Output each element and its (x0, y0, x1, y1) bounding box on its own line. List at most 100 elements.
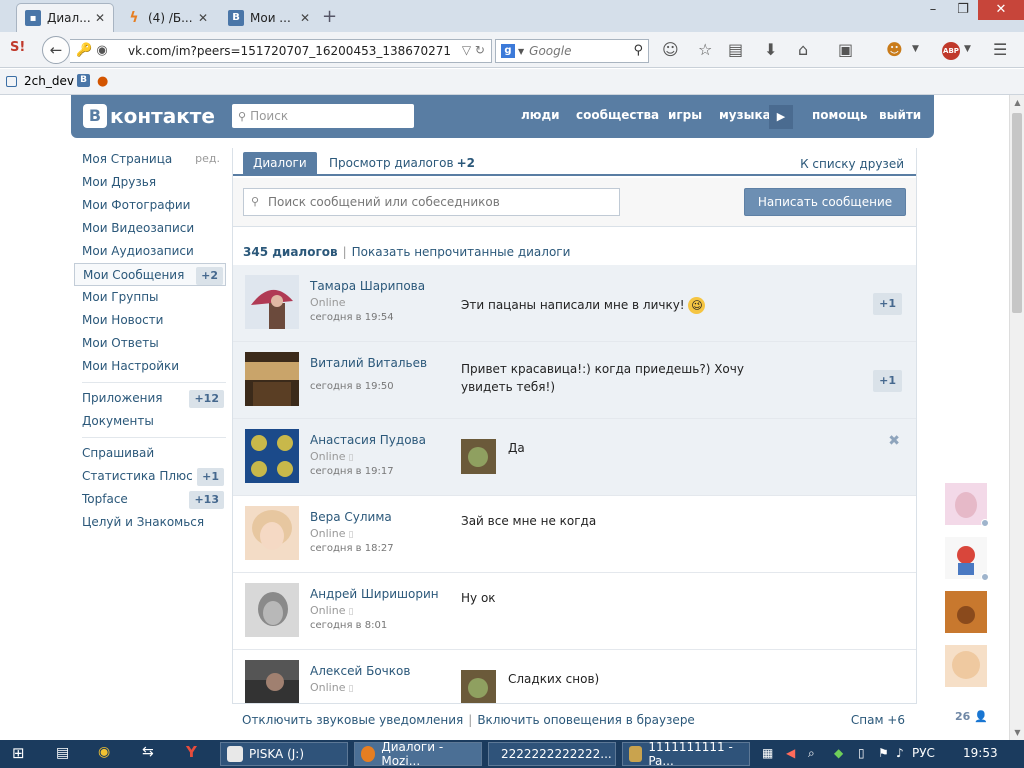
menu-ask[interactable]: Спрашивай (74, 442, 226, 465)
speaker-icon[interactable]: ♪ (896, 746, 904, 760)
home-icon[interactable]: ⌂ (798, 40, 808, 59)
readability-icon[interactable]: ☺ (662, 40, 679, 59)
show-unread-link[interactable]: Показать непрочитанные диалоги (352, 245, 571, 259)
volume-muted-icon[interactable]: ◀ (786, 746, 795, 760)
dialog-name[interactable]: Виталий Витальев (310, 356, 427, 370)
scroll-thumb[interactable] (1012, 113, 1022, 313)
nvidia-icon[interactable]: ◆ (834, 746, 843, 760)
chevron-down-icon[interactable]: ▼ (964, 44, 971, 54)
menu-my-photos[interactable]: Мои Фотографии (74, 194, 226, 217)
screenshot-icon[interactable]: ▣ (838, 40, 853, 59)
search-bar[interactable]: g ▼ ⚲ (495, 39, 649, 63)
menu-apps[interactable]: Приложения +12 (74, 387, 226, 410)
scroll-up-icon[interactable]: ▲ (1010, 98, 1024, 107)
menu-documents[interactable]: Документы (74, 410, 226, 433)
bookmark-vk[interactable]: B (77, 74, 90, 87)
dialog-row[interactable]: Анастасия Пудова Online ▯ сегодня в 19:17… (233, 419, 916, 496)
menu-kiss-meet[interactable]: Целуй и Знакомься (74, 511, 226, 534)
nav-games[interactable]: игры (668, 108, 702, 122)
url-bar[interactable]: 🔑 ◉ vk.com/im?peers=151720707_16200453_1… (70, 39, 492, 63)
taskbar-paint[interactable]: 1111111111 - Pa... (622, 740, 750, 768)
close-window-button[interactable]: ✕ (978, 0, 1024, 20)
addon-icon[interactable]: S! (10, 40, 25, 55)
bookmark-chat[interactable]: ● (97, 74, 108, 89)
tab-second[interactable]: ϟ (4) /Б... ✕ (118, 3, 216, 32)
friends-list-link[interactable]: К списку друзей (800, 157, 904, 171)
flag-icon[interactable]: ⚑ (878, 746, 889, 760)
new-tab-button[interactable]: + (322, 6, 337, 27)
taskbar-notepad[interactable]: 2222222222222... (488, 742, 616, 766)
taskbar-piska[interactable]: PISKA (J:) (220, 742, 348, 766)
dialog-name[interactable]: Андрей Ширишорин (310, 587, 439, 601)
dialog-name[interactable]: Вера Сулима (310, 510, 392, 524)
download-icon[interactable]: ⬇ (764, 40, 777, 59)
bookmark-2ch[interactable]: 2ch_dev (6, 74, 74, 88)
taskbar-firefox[interactable]: Диалоги - Mozi... (354, 740, 482, 768)
dialog-name[interactable]: Алексей Бочков (310, 664, 410, 678)
menu-my-answers[interactable]: Мои Ответы (74, 332, 226, 355)
menu-my-page[interactable]: Моя Страница ред. (74, 148, 226, 171)
tab-dialogs[interactable]: ▪ Диал... ✕ (16, 3, 114, 32)
dialog-row[interactable]: Тамара Шарипова Online сегодня в 19:54 Э… (233, 265, 916, 342)
media-icon[interactable]: ▤ (56, 745, 69, 761)
close-icon[interactable]: ✕ (198, 11, 208, 25)
restore-button[interactable]: ❐ (948, 0, 978, 20)
page-scrollbar[interactable]: ▲ ▼ (1009, 95, 1024, 740)
monkey-icon[interactable]: ☻ (886, 40, 903, 59)
chevron-down-icon[interactable]: ▼ (912, 44, 919, 54)
vk-logo[interactable]: B контакте (83, 104, 215, 128)
chrome-icon[interactable]: ◉ (98, 744, 110, 760)
minimize-button[interactable]: – (918, 0, 948, 20)
tab-third[interactable]: B Мои ... ✕ (220, 3, 318, 32)
nav-communities[interactable]: сообщества (576, 108, 659, 122)
mute-sounds-link[interactable]: Отключить звуковые уведомления (242, 713, 463, 727)
star-icon[interactable]: ☆ (698, 40, 712, 59)
menu-my-news[interactable]: Мои Новости (74, 309, 226, 332)
windows-start-icon[interactable]: ⊞ (12, 744, 25, 762)
network-icon[interactable]: ▯ (858, 746, 865, 760)
yandex-icon[interactable]: Y (186, 743, 197, 761)
adblock-icon[interactable]: ABP (942, 42, 960, 60)
nav-logout[interactable]: выйти (879, 108, 921, 122)
clipboard-icon[interactable]: ▤ (728, 40, 743, 59)
tray-icon[interactable]: ▦ (762, 746, 773, 760)
message-search-input[interactable]: ⚲ Поиск сообщений или собеседников (243, 188, 620, 216)
menu-my-audio[interactable]: Мои Аудиозаписи (74, 240, 226, 263)
menu-my-messages[interactable]: Мои Сообщения +2 (74, 263, 226, 286)
close-icon[interactable]: ✕ (300, 11, 310, 25)
edit-link[interactable]: ред. (195, 148, 220, 170)
chevron-down-icon[interactable]: ▼ (518, 47, 524, 56)
tray-icon[interactable]: ⌕ (808, 746, 815, 761)
dialog-name[interactable]: Тамара Шарипова (310, 279, 425, 293)
menu-my-settings[interactable]: Мои Настройки (74, 355, 226, 378)
friend-avatar[interactable] (945, 483, 989, 527)
dialog-row[interactable]: Вера Сулима Online ▯ сегодня в 18:27 Зай … (233, 496, 916, 573)
friend-avatar[interactable] (945, 537, 989, 581)
back-button[interactable]: ← (42, 36, 70, 64)
close-icon[interactable]: ✖ (888, 433, 900, 449)
scroll-down-icon[interactable]: ▼ (1010, 728, 1024, 737)
dialog-row[interactable]: Андрей Ширишорин Online ▯ сегодня в 8:01 … (233, 573, 916, 650)
reload-icon[interactable]: ▽ ↻ (462, 43, 485, 57)
friend-avatar[interactable] (945, 591, 987, 633)
menu-icon[interactable]: ☰ (993, 40, 1007, 59)
dialog-row[interactable]: Виталий Витальев сегодня в 19:50 Привет … (233, 342, 916, 419)
menu-topface[interactable]: Topface +13 (74, 488, 226, 511)
menu-stats-plus[interactable]: Статистика Плюс +1 (74, 465, 226, 488)
spam-link[interactable]: Спам +6 (851, 713, 905, 727)
nav-help[interactable]: помощь (812, 108, 867, 122)
write-message-button[interactable]: Написать сообщение (744, 188, 906, 216)
search-icon[interactable]: ⚲ (633, 43, 643, 58)
tab-dialogs[interactable]: Диалоги (243, 152, 317, 176)
menu-my-groups[interactable]: Мои Группы (74, 286, 226, 309)
friend-avatar[interactable] (945, 645, 987, 687)
close-icon[interactable]: ✕ (95, 11, 105, 25)
friends-count[interactable]: 26 👤 (955, 710, 988, 723)
nav-music[interactable]: музыка (719, 108, 771, 122)
dialog-name[interactable]: Анастасия Пудова (310, 433, 426, 447)
clock[interactable]: 19:53 (963, 746, 998, 760)
menu-my-videos[interactable]: Мои Видеозаписи (74, 217, 226, 240)
language-indicator[interactable]: РУС (912, 746, 935, 760)
network-tool-icon[interactable]: ⇆ (142, 744, 154, 760)
play-icon[interactable]: ▶ (769, 105, 793, 129)
